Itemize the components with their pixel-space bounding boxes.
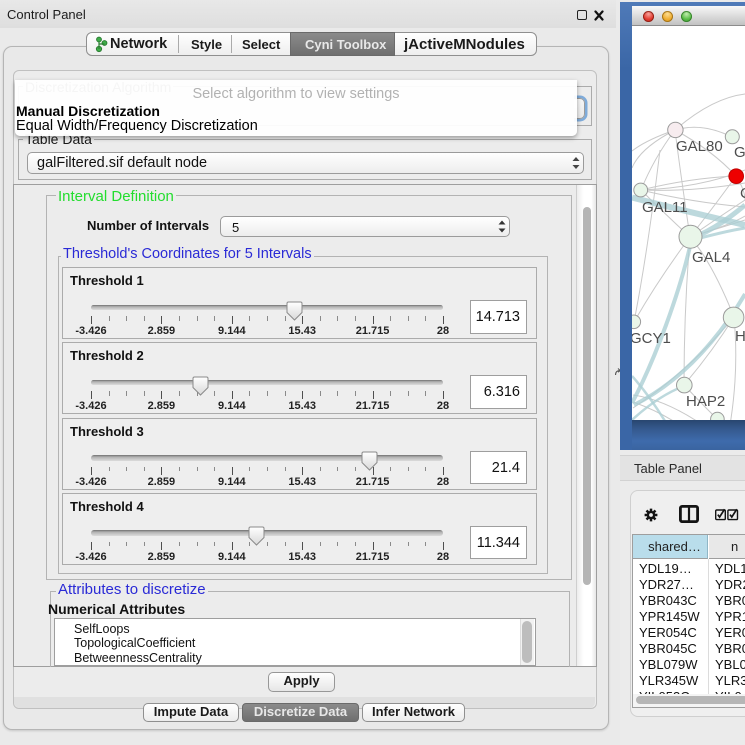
svg-text:G: G bbox=[734, 144, 745, 161]
svg-text:GCY1: GCY1 bbox=[632, 330, 671, 347]
svg-text:GAL80: GAL80 bbox=[676, 138, 723, 155]
svg-text:GAL11: GAL11 bbox=[642, 199, 688, 216]
svg-text:HAP2: HAP2 bbox=[686, 393, 725, 410]
svg-text:H: H bbox=[735, 328, 745, 345]
svg-text:GAL4: GAL4 bbox=[692, 249, 730, 266]
svg-text:C: C bbox=[740, 185, 745, 202]
